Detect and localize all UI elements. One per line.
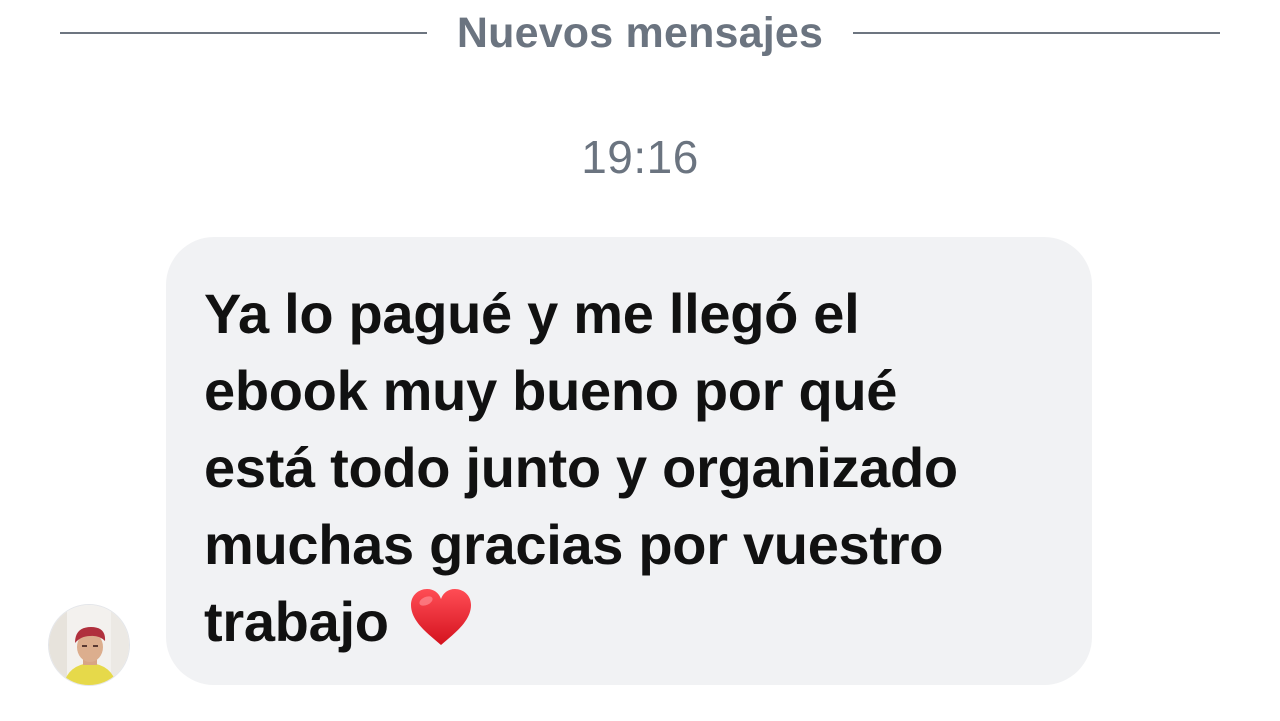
message-timestamp: 19:16: [581, 131, 699, 183]
heart-icon: [409, 587, 473, 666]
avatar[interactable]: [48, 604, 130, 686]
new-messages-divider: Nuevos mensajes: [60, 0, 1221, 66]
message-bubble[interactable]: Ya lo pagué y me llegó el ebook muy buen…: [166, 237, 1092, 685]
new-messages-label: Nuevos mensajes: [456, 8, 824, 57]
message-body: Ya lo pagué y me llegó el ebook muy buen…: [204, 282, 958, 653]
avatar-photo: [49, 605, 129, 685]
divider-line-right: [853, 32, 1221, 34]
message-text: Ya lo pagué y me llegó el ebook muy buen…: [204, 275, 1056, 666]
chat-thread: Nuevos mensajes 19:16 Ya lo pagué y me l…: [0, 0, 1280, 721]
divider-line-left: [60, 32, 427, 34]
